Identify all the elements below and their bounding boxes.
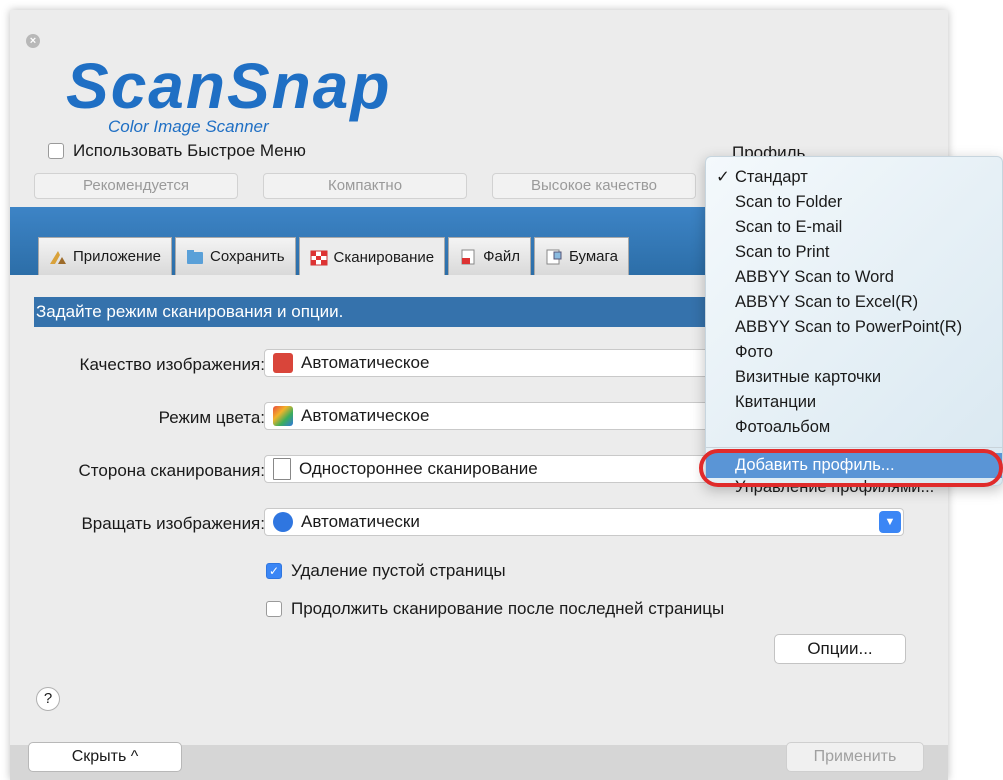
tab-file-label: Файл: [483, 248, 520, 265]
close-window-button[interactable]: ×: [26, 34, 40, 48]
rotate-images-select[interactable]: Автоматически ▼: [264, 508, 904, 536]
tab-save[interactable]: Сохранить: [174, 237, 296, 275]
tab-file[interactable]: Файл: [448, 237, 531, 275]
quick-menu-label: Использовать Быстрое Меню: [73, 141, 306, 160]
continue-scanning-checkbox[interactable]: [266, 601, 282, 617]
checkmark-icon: ✓: [716, 168, 730, 186]
quick-menu-checkbox[interactable]: [48, 143, 64, 159]
chevron-down-icon[interactable]: ▼: [879, 511, 901, 533]
blank-page-removal-checkbox[interactable]: ✓: [266, 563, 282, 579]
settings-tabs: Приложение Сохранить Сканирование Файл Б…: [38, 237, 632, 277]
profile-menu-item[interactable]: ABBYY Scan to Excel(R): [706, 290, 1002, 315]
quick-menu-option[interactable]: Использовать Быстрое Меню: [48, 141, 306, 161]
tab-application[interactable]: Приложение: [38, 237, 172, 275]
color-mode-icon: [273, 406, 293, 426]
apply-button[interactable]: Применить: [786, 742, 924, 772]
profile-menu-item[interactable]: Фото: [706, 340, 1002, 365]
rotate-images-value: Автоматически: [301, 512, 420, 531]
image-quality-icon: [273, 353, 293, 373]
single-sided-icon: [273, 458, 291, 480]
profile-menu-item[interactable]: Scan to Folder: [706, 190, 1002, 215]
profile-menu-item[interactable]: ABBYY Scan to PowerPoint(R): [706, 315, 1002, 340]
folder-icon: [186, 249, 203, 264]
paper-icon: [546, 249, 562, 264]
tab-application-label: Приложение: [73, 248, 161, 265]
continue-scanning-option[interactable]: Продолжить сканирование после последней …: [266, 599, 724, 619]
profile-menu-item[interactable]: Визитные карточки: [706, 365, 1002, 390]
color-mode-value: Автоматическое: [301, 406, 430, 425]
profile-menu-item-label: Стандарт: [735, 168, 808, 186]
annotation-highlight-oval: [699, 449, 1003, 487]
svg-text:ScanSnap: ScanSnap: [66, 56, 391, 122]
tab-scanning-label: Сканирование: [333, 249, 435, 266]
hide-button[interactable]: Скрыть ^: [28, 742, 182, 772]
tab-paper[interactable]: Бумага: [533, 237, 629, 275]
menu-separator: [706, 447, 1002, 448]
profile-menu-item[interactable]: Scan to Print: [706, 240, 1002, 265]
tab-save-label: Сохранить: [209, 248, 285, 265]
continue-scanning-label: Продолжить сканирование после последней …: [291, 599, 725, 618]
scan-icon: [310, 250, 328, 265]
preset-compact-button[interactable]: Компактно: [263, 173, 467, 199]
profile-menu-item-standard[interactable]: ✓ Стандарт: [706, 165, 1002, 190]
profile-menu-item[interactable]: Scan to E-mail: [706, 215, 1002, 240]
scansnap-logo: ScanSnap Color Image Scanner: [66, 56, 391, 136]
profile-menu-item[interactable]: Квитанции: [706, 390, 1002, 415]
blank-page-removal-option[interactable]: ✓ Удаление пустой страницы: [266, 561, 506, 581]
rotate-images-label: Вращать изображения:: [81, 514, 265, 533]
scanning-section-header: Задайте режим сканирования и опции.: [34, 297, 726, 327]
file-icon: [461, 249, 475, 264]
profile-menu-item[interactable]: ABBYY Scan to Word: [706, 265, 1002, 290]
preset-high-quality-button[interactable]: Высокое качество: [492, 173, 696, 199]
profile-menu-item[interactable]: Фотоальбом: [706, 415, 1002, 440]
profile-menu: ✓ Стандарт Scan to Folder Scan to E-mail…: [705, 156, 1003, 496]
svg-text:Color Image Scanner: Color Image Scanner: [108, 117, 270, 136]
blank-page-removal-label: Удаление пустой страницы: [291, 561, 506, 580]
scanning-side-label: Сторона сканирования:: [78, 461, 265, 480]
image-quality-value: Автоматическое: [301, 353, 430, 372]
tab-scanning[interactable]: Сканирование: [298, 237, 446, 277]
color-mode-label: Режим цвета:: [158, 408, 265, 427]
help-button[interactable]: ?: [36, 687, 60, 711]
preset-recommended-button[interactable]: Рекомендуется: [34, 173, 238, 199]
scanning-side-value: Одностороннее сканирование: [299, 459, 538, 478]
options-button[interactable]: Опции...: [774, 634, 906, 664]
tab-paper-label: Бумага: [568, 248, 618, 265]
application-icon: [50, 250, 66, 264]
image-quality-label: Качество изображения:: [79, 355, 265, 374]
rotate-icon: [273, 512, 293, 532]
